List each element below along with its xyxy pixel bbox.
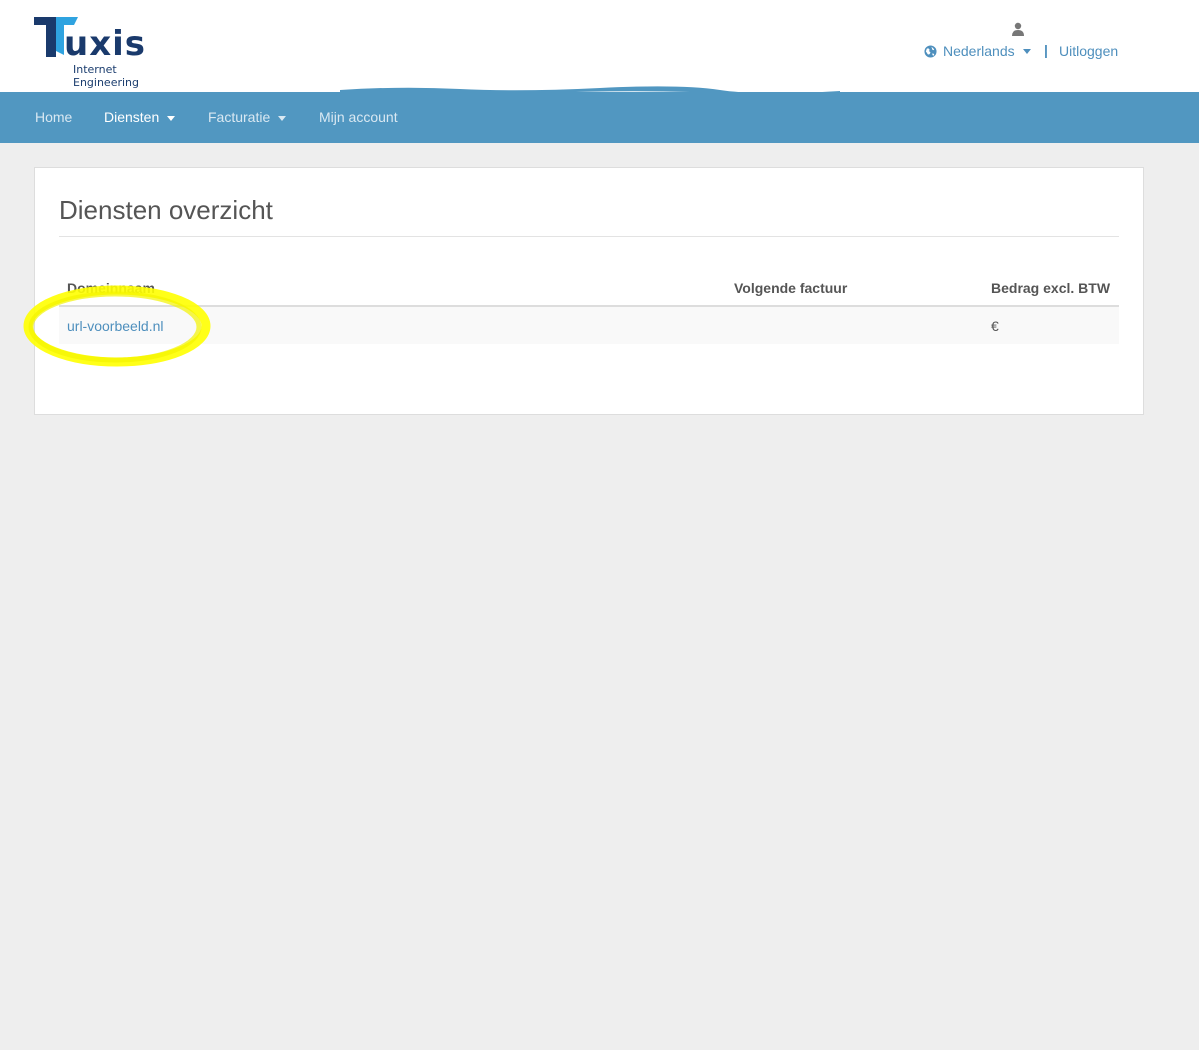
amount-cell: € — [991, 318, 999, 334]
chevron-down-icon — [1022, 48, 1031, 54]
services-panel: Diensten overzicht Domeinnaam Volgende f… — [34, 167, 1144, 415]
nav-item-facturatie[interactable]: Facturatie — [208, 109, 287, 125]
table-row[interactable]: url-voorbeeld.nl € — [59, 307, 1119, 344]
language-selector[interactable]: Nederlands — [924, 43, 1031, 59]
tuxis-logo[interactable]: uxis Internet Engineering — [34, 15, 174, 89]
column-header-amount[interactable]: Bedrag excl. BTW — [991, 280, 1110, 296]
language-label: Nederlands — [943, 43, 1015, 59]
user-menu: Nederlands | Uitloggen — [924, 20, 1144, 70]
header-separator: | — [1044, 42, 1048, 58]
globe-icon — [924, 44, 937, 58]
nav-item-mijn-account[interactable]: Mijn account — [319, 109, 398, 125]
logout-link[interactable]: Uitloggen — [1059, 43, 1118, 59]
nav-item-label: Facturatie — [208, 109, 271, 125]
nav-item-label: Diensten — [104, 109, 160, 125]
user-icon — [1012, 22, 1024, 36]
nav-item-label: Home — [35, 109, 73, 125]
svg-text:uxis: uxis — [64, 24, 146, 64]
chevron-down-icon — [167, 115, 176, 121]
logo-subtitle: Internet Engineering — [73, 63, 139, 89]
table-header: Domeinnaam Volgende factuur Bedrag excl.… — [59, 268, 1119, 307]
nav-item-diensten[interactable]: Diensten — [104, 109, 176, 125]
page-title: Diensten overzicht — [59, 195, 273, 225]
top-header: uxis Internet Engineering Nederlands | U… — [0, 0, 1199, 95]
chevron-down-icon — [278, 115, 287, 121]
nav-item-label: Mijn account — [319, 109, 398, 125]
domain-link[interactable]: url-voorbeeld.nl — [67, 318, 164, 334]
services-table: Domeinnaam Volgende factuur Bedrag excl.… — [59, 268, 1119, 344]
column-header-next-invoice[interactable]: Volgende factuur — [734, 280, 847, 296]
logo-mark: uxis — [34, 17, 146, 64]
title-divider — [59, 236, 1119, 237]
nav-item-home[interactable]: Home — [35, 109, 72, 125]
main-nav: Home Diensten Facturatie Mijn account — [0, 92, 1199, 143]
column-header-domain[interactable]: Domeinnaam — [67, 280, 155, 296]
